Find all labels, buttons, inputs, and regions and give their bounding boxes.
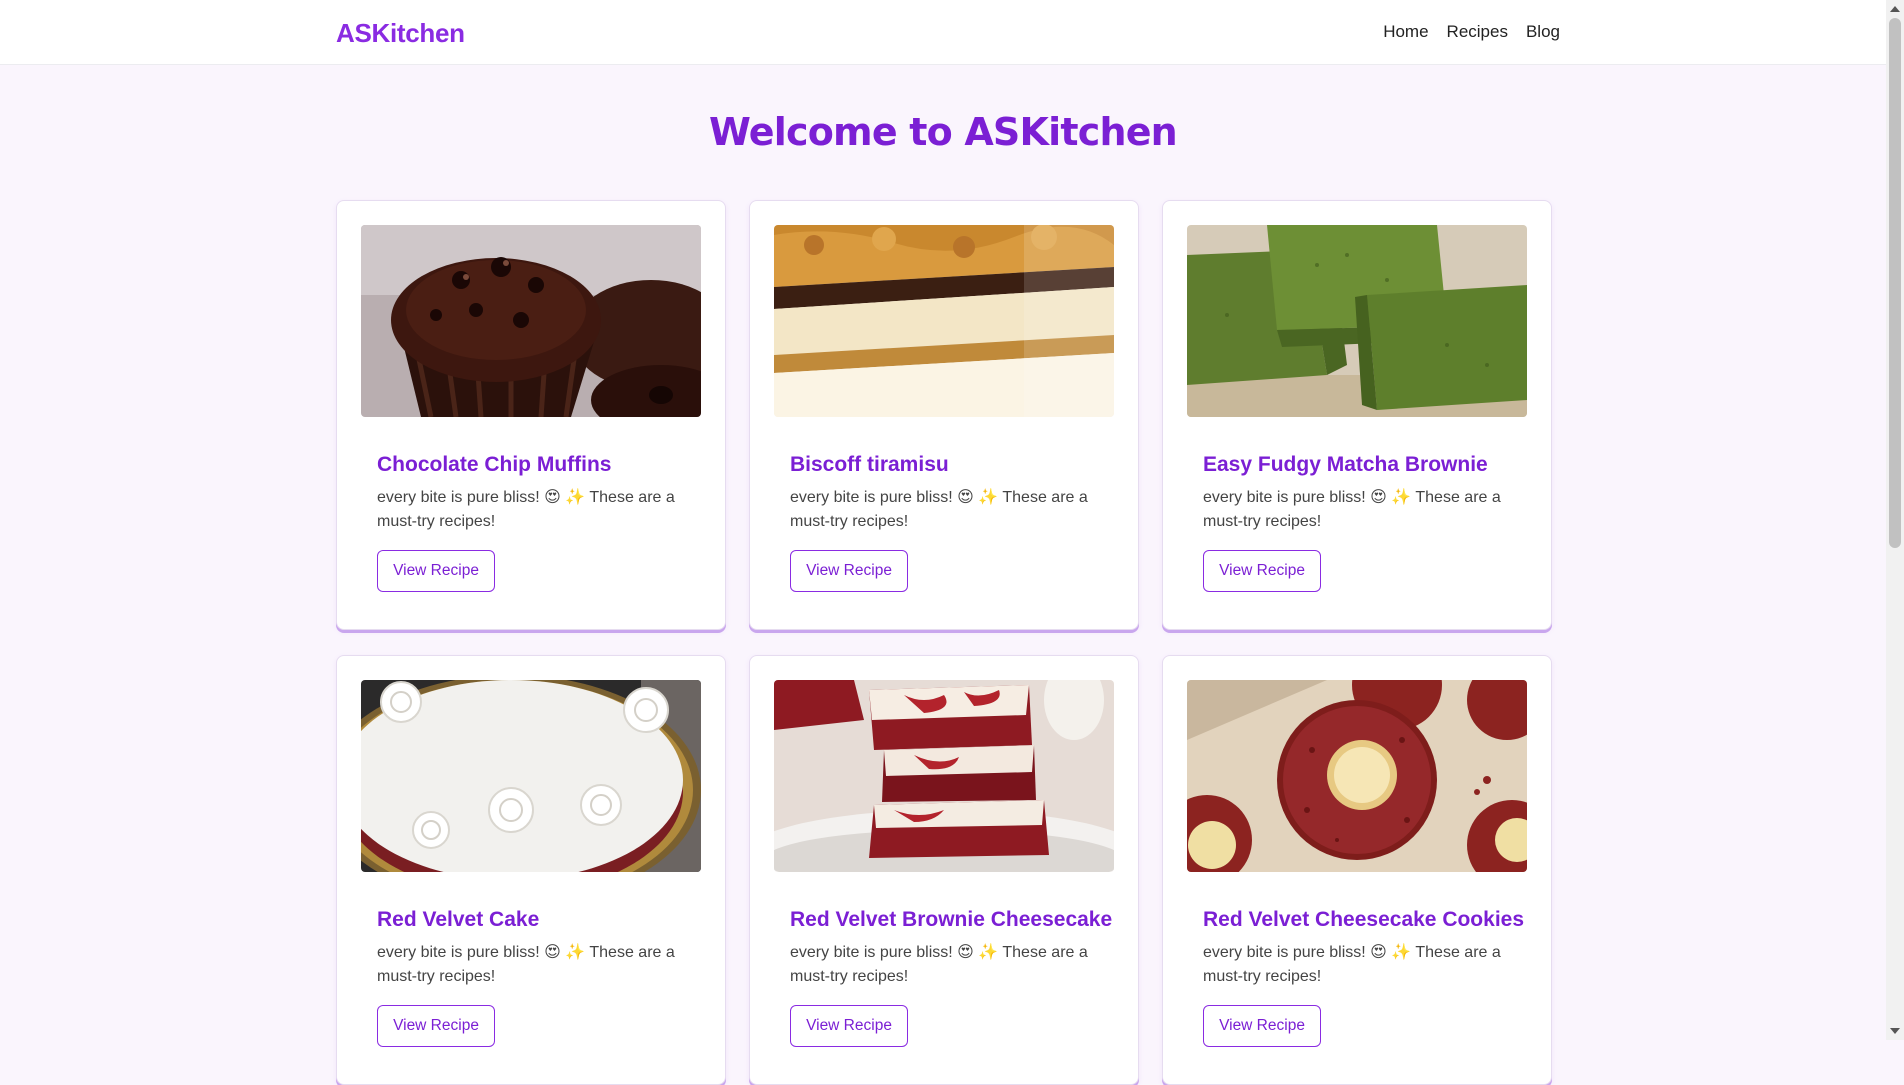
recipe-description: every bite is pure bliss! 😍 ✨ These are … [790,489,1088,530]
view-recipe-button[interactable]: View Recipe [377,550,495,592]
recipe-card: Chocolate Chip Muffins every bite is pur… [336,200,726,630]
recipe-title: Red Velvet Cheesecake Cookies [1203,908,1525,931]
view-recipe-button[interactable]: View Recipe [1203,1005,1321,1047]
recipe-image-matcha-brownie[interactable] [1187,225,1527,417]
view-recipe-button[interactable]: View Recipe [1203,550,1321,592]
recipe-title: Easy Fudgy Matcha Brownie [1203,453,1488,476]
navbar: ASKitchen Home Recipes Blog [0,0,1886,65]
page-title: Welcome to ASKitchen [709,110,1178,154]
view-recipe-button[interactable]: View Recipe [377,1005,495,1047]
recipe-title: Chocolate Chip Muffins [377,453,612,476]
recipe-card: Red Velvet Cake every bite is pure bliss… [336,655,726,1085]
recipe-image-red-velvet-cheesecake-cookies[interactable] [1187,680,1527,872]
recipe-card: Red Velvet Brownie Cheesecake every bite… [749,655,1139,1085]
nav-home-link[interactable]: Home [1383,22,1428,42]
scrollbar-thumb[interactable] [1889,18,1901,548]
recipe-image-red-velvet-cake[interactable] [361,680,701,872]
recipe-image-biscoff-tiramisu[interactable] [774,225,1114,417]
recipe-card: Easy Fudgy Matcha Brownie every bite is … [1162,200,1552,630]
nav-recipes-link[interactable]: Recipes [1447,22,1508,42]
recipe-title: Biscoff tiramisu [790,453,949,476]
scroll-down-arrow-icon[interactable] [1890,1028,1900,1034]
brand-logo[interactable]: ASKitchen [336,18,465,49]
recipe-image-red-velvet-brownie-cheesecake[interactable] [774,680,1114,872]
recipe-title: Red Velvet Cake [377,908,540,931]
view-recipe-button[interactable]: View Recipe [790,1005,908,1047]
recipe-card: Biscoff tiramisu every bite is pure blis… [749,200,1139,630]
nav-menu: Home Recipes Blog [1383,22,1560,42]
recipe-description: every bite is pure bliss! 😍 ✨ These are … [377,944,675,985]
recipe-description: every bite is pure bliss! 😍 ✨ These are … [1203,944,1501,985]
recipe-title: Red Velvet Brownie Cheesecake [790,908,1113,931]
recipe-card: Red Velvet Cheesecake Cookies every bite… [1162,655,1552,1085]
scroll-up-arrow-icon[interactable] [1890,6,1900,12]
view-recipe-button[interactable]: View Recipe [790,550,908,592]
recipe-description: every bite is pure bliss! 😍 ✨ These are … [790,944,1088,985]
recipe-description: every bite is pure bliss! 😍 ✨ These are … [377,489,675,530]
recipe-image-chocolate-chip-muffins[interactable] [361,225,701,417]
recipe-grid: Chocolate Chip Muffins every bite is pur… [336,200,1552,1085]
vertical-scrollbar[interactable] [1886,0,1904,1040]
recipe-description: every bite is pure bliss! 😍 ✨ These are … [1203,489,1501,530]
nav-blog-link[interactable]: Blog [1526,22,1560,42]
